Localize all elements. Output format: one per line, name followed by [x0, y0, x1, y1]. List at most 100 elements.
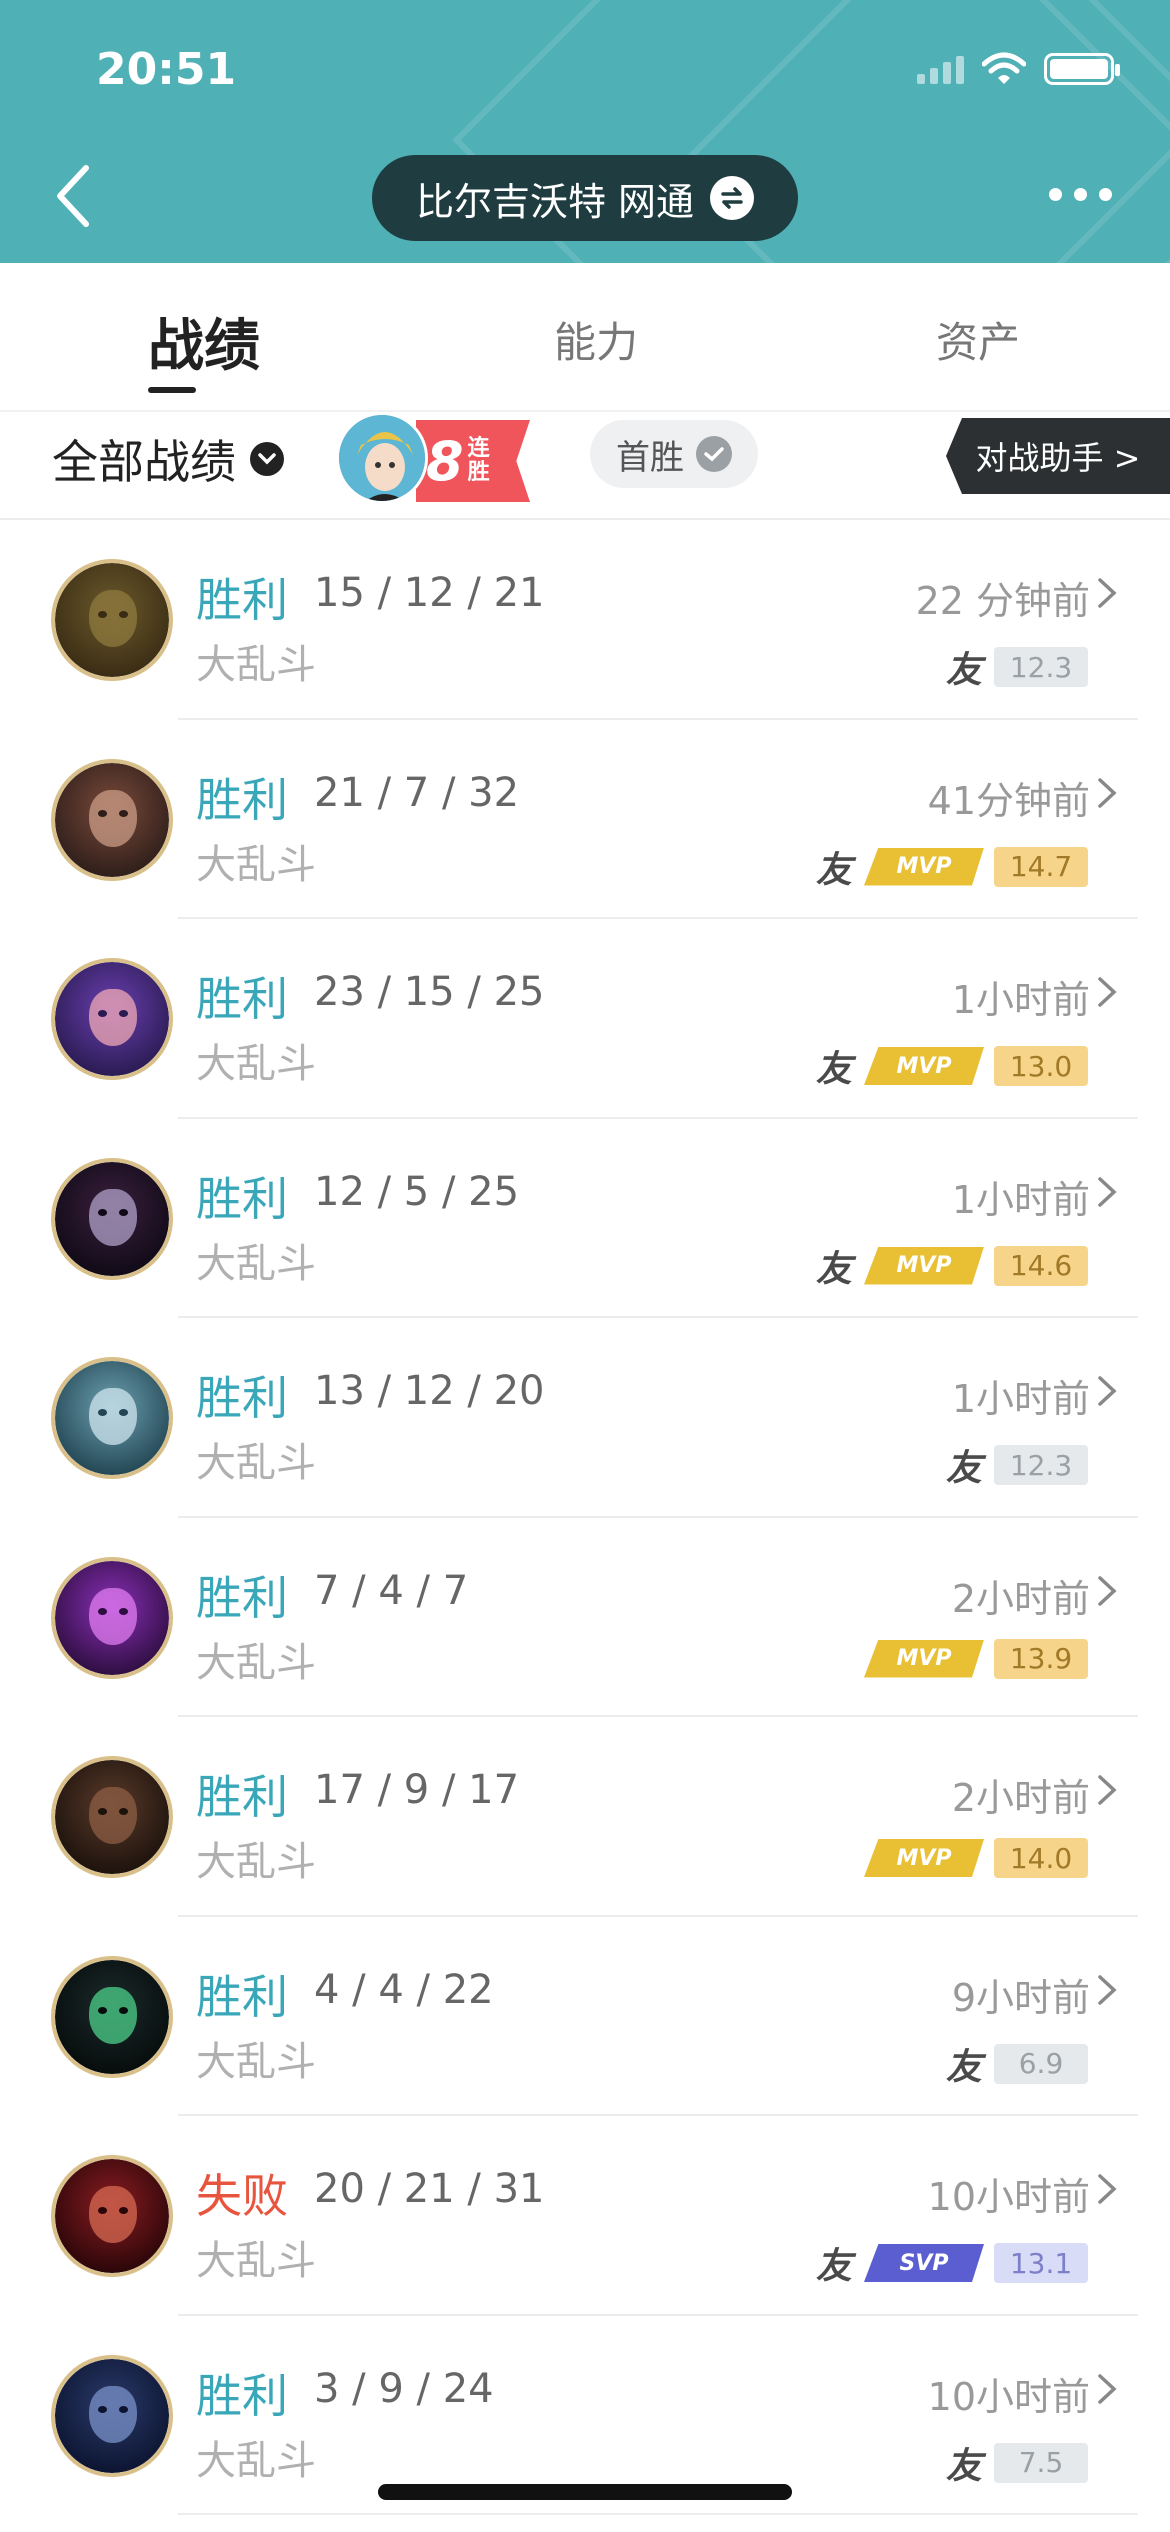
server-switcher[interactable]: 比尔吉沃特 网通: [372, 155, 798, 241]
match-row[interactable]: 胜利 17 / 9 / 17 大乱斗 2小时前 MVP 14.0: [0, 1717, 1170, 1917]
match-mode: 大乱斗: [196, 2038, 316, 2085]
champion-avatar: [51, 2354, 173, 2477]
champion-face: [89, 2186, 138, 2244]
match-row[interactable]: 胜利 4 / 4 / 22 大乱斗 9小时前 友 6.9: [0, 1917, 1170, 2116]
win-streak-badge[interactable]: 8 连胜: [336, 412, 530, 504]
row-divider: [178, 2513, 1138, 2515]
champion-avatar: [51, 2155, 173, 2277]
streak-avatar: [336, 412, 428, 504]
all-records-filter[interactable]: 全部战绩: [52, 426, 284, 492]
battle-assistant-button[interactable]: 对战助手 >: [946, 418, 1170, 494]
match-time: 10小时前: [927, 2175, 1090, 2219]
mvp-badge: MVP: [864, 1639, 984, 1678]
match-row[interactable]: 胜利 15 / 12 / 21 大乱斗 22 分钟前 友 12.3: [0, 520, 1170, 720]
cellular-signal-icon: [917, 54, 964, 84]
champion-face: [89, 1188, 138, 1246]
more-options-icon[interactable]: [1049, 188, 1112, 201]
match-badges: 友 MVP 13.0: [814, 1040, 1088, 1092]
champion-eye: [98, 2206, 108, 2214]
champion-face: [89, 1787, 138, 1845]
mvp-badge: MVP: [864, 847, 984, 886]
match-score: 7.5: [994, 2442, 1088, 2483]
match-kda: 21 / 7 / 32: [314, 769, 520, 816]
wifi-icon: [982, 52, 1026, 84]
match-badges: MVP 13.9: [864, 1638, 1088, 1679]
streak-count: 8: [426, 429, 464, 493]
match-kda: 12 / 5 / 25: [314, 1168, 520, 1215]
match-mode: 大乱斗: [196, 1639, 316, 1686]
champion-portrait: [55, 1161, 169, 1276]
friend-icon: 友: [945, 2046, 982, 2088]
match-result: 胜利: [196, 1570, 288, 1625]
match-mode: 大乱斗: [196, 1839, 316, 1885]
friend-icon: 友: [945, 650, 982, 691]
champion-portrait: [55, 1361, 169, 1475]
match-score: 12.3: [994, 1445, 1088, 1485]
chevron-right-icon: [1098, 1575, 1117, 1606]
mvp-badge: MVP: [864, 1839, 984, 1877]
match-row[interactable]: 胜利 7 / 4 / 7 大乱斗 2小时前 MVP 13.9: [0, 1518, 1170, 1717]
match-time: 41分钟前: [927, 778, 1090, 823]
match-kda: 15 / 12 / 21: [314, 570, 545, 616]
match-kda: 3 / 9 / 24: [314, 2365, 494, 2412]
match-score: 14.7: [994, 846, 1088, 887]
tab-ability[interactable]: 能力: [554, 309, 638, 370]
champion-face: [89, 989, 138, 1047]
champion-portrait: [55, 1560, 169, 1675]
champion-eye: [98, 610, 108, 618]
match-badges: 友 12.3: [944, 641, 1088, 693]
champion-avatar: [51, 1556, 173, 1679]
match-time: 1小时前: [951, 1177, 1090, 1222]
champion-avatar: [51, 958, 173, 1080]
friend-icon: 友: [815, 2246, 852, 2287]
champion-portrait: [55, 762, 169, 877]
match-badges: 友 MVP 14.6: [814, 1240, 1088, 1292]
match-mode: 大乱斗: [196, 1240, 316, 1287]
match-result: 胜利: [196, 1770, 288, 1824]
match-time: 10小时前: [927, 2374, 1090, 2419]
match-score: 13.0: [994, 1046, 1088, 1086]
match-row[interactable]: 胜利 12 / 5 / 25 大乱斗 1小时前 友 MVP 14.6: [0, 1119, 1170, 1318]
match-mode: 大乱斗: [196, 1041, 316, 1087]
tab-assets[interactable]: 资产: [936, 309, 1020, 370]
champion-eye: [118, 1807, 128, 1815]
friend-icon: 友: [815, 849, 852, 891]
match-row[interactable]: 胜利 21 / 7 / 32 大乱斗 41分钟前 友 MVP 14.7: [0, 720, 1170, 919]
champion-face: [89, 789, 138, 847]
match-time: 1小时前: [951, 978, 1090, 1022]
champion-face: [89, 1986, 138, 2044]
match-result: 胜利: [196, 1969, 288, 2024]
mvp-badge: MVP: [864, 1246, 984, 1285]
match-result: 胜利: [196, 1371, 288, 1425]
match-score: 12.3: [994, 647, 1088, 687]
champion-portrait: [55, 2159, 169, 2273]
match-score: 13.1: [994, 2243, 1088, 2283]
champion-face: [89, 1388, 138, 1446]
match-mode: 大乱斗: [196, 642, 316, 688]
chevron-right-icon: [1098, 1775, 1117, 1805]
champion-avatar: [51, 758, 173, 881]
tab-record[interactable]: 战绩: [148, 301, 260, 382]
champion-portrait: [55, 563, 169, 677]
check-icon: [696, 436, 732, 472]
match-list: 胜利 15 / 12 / 21 大乱斗 22 分钟前 友 12.3 胜利 21 …: [0, 520, 1170, 2515]
champion-face: [89, 1587, 138, 1645]
match-score: 14.0: [994, 1838, 1088, 1878]
champion-eye: [118, 2206, 128, 2214]
match-badges: 友 MVP 14.7: [814, 841, 1088, 893]
streak-tag: 8 连胜: [416, 420, 530, 502]
match-row[interactable]: 胜利 23 / 15 / 25 大乱斗 1小时前 友 MVP 13.0: [0, 919, 1170, 1119]
match-mode: 大乱斗: [196, 2437, 316, 2484]
first-win-chip[interactable]: 首胜: [590, 420, 758, 488]
tab-bar: 战绩 能力 资产: [0, 263, 1170, 410]
champion-face: [89, 590, 138, 648]
champion-avatar: [51, 559, 173, 681]
match-row[interactable]: 胜利 13 / 12 / 20 大乱斗 1小时前 友 12.3: [0, 1318, 1170, 1518]
back-icon[interactable]: [46, 160, 106, 232]
match-kda: 17 / 9 / 17: [314, 1767, 520, 1813]
match-time: 1小时前: [951, 1377, 1090, 1421]
match-row[interactable]: 失败 20 / 21 / 31 大乱斗 10小时前 友 SVP 13.1: [0, 2116, 1170, 2316]
champion-avatar: [51, 1157, 173, 1280]
filter-label: 全部战绩: [52, 435, 236, 489]
friend-icon: 友: [815, 1049, 852, 1090]
